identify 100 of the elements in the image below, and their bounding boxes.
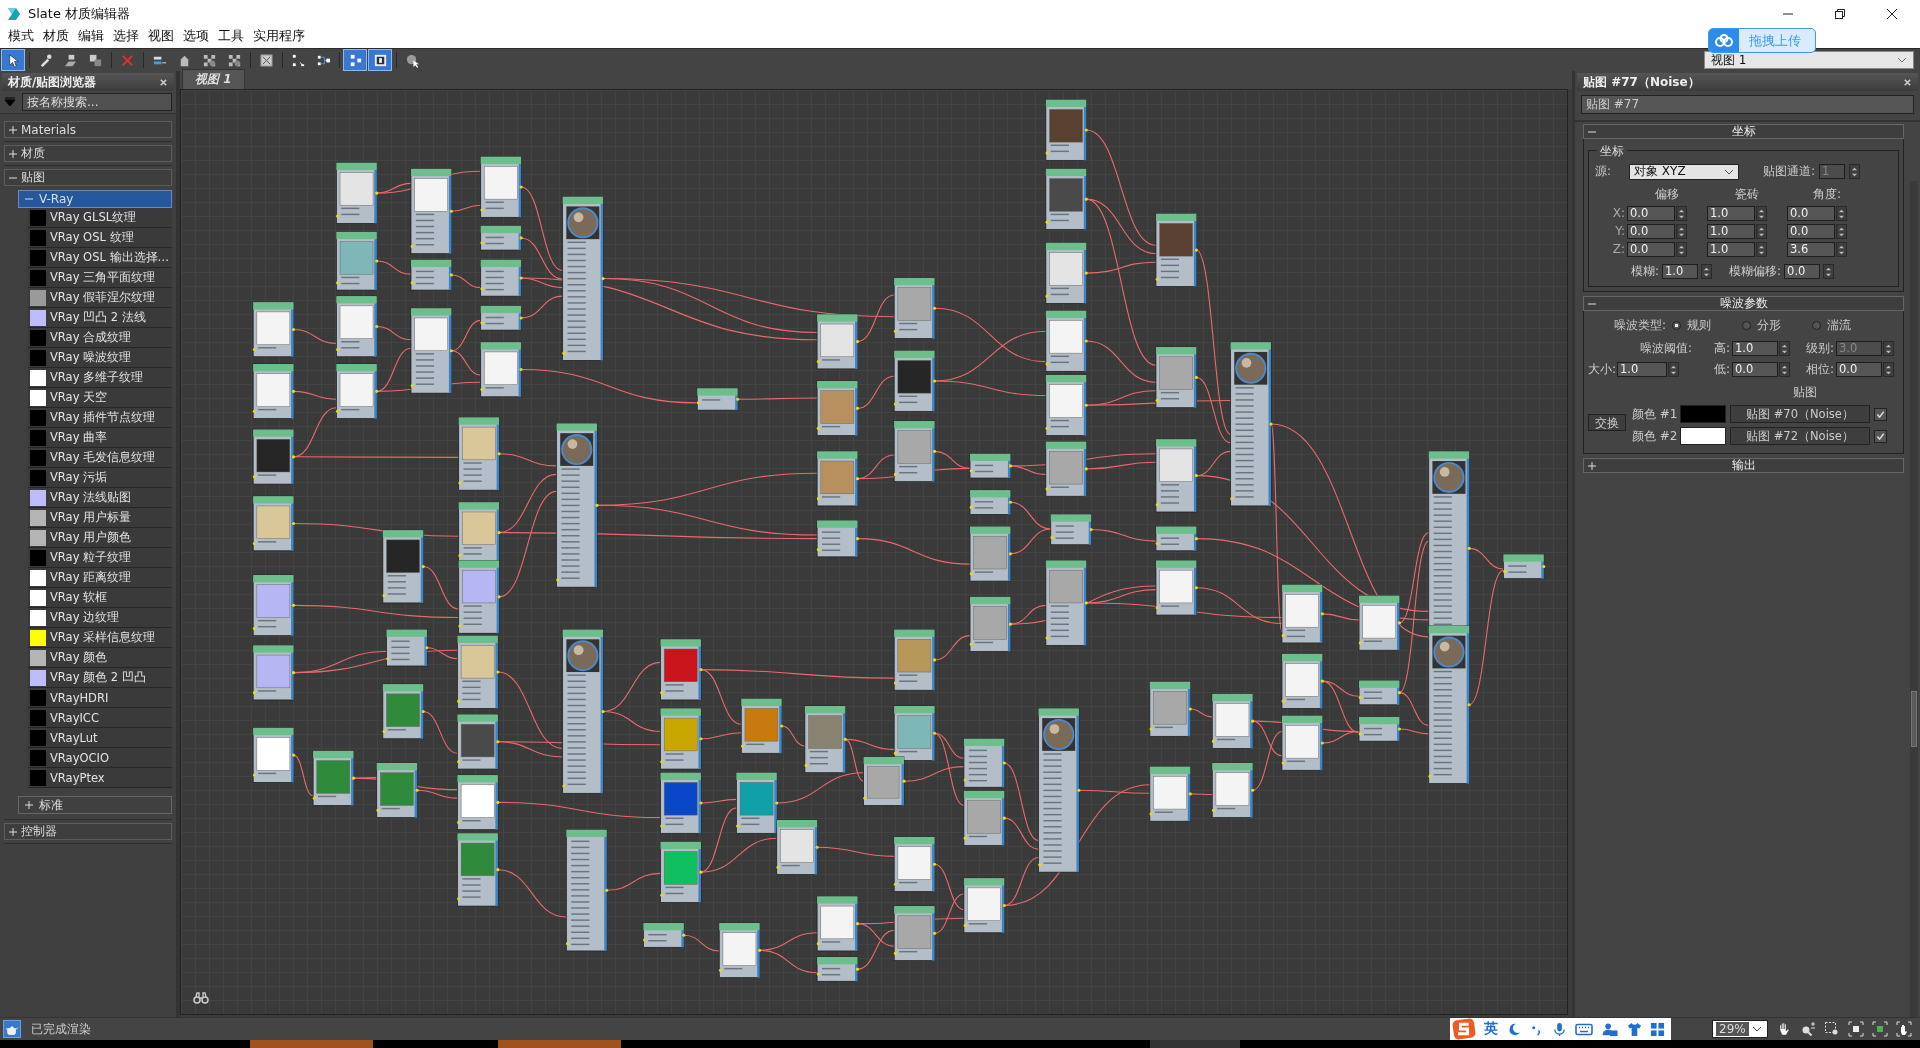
map-type-item[interactable]: VRay 颜色 2 凹凸	[28, 668, 172, 688]
search-field[interactable]: 按名称搜索...	[22, 93, 172, 111]
number-field[interactable]: 0.0	[1784, 264, 1821, 279]
view-dropdown[interactable]: 视图 1	[1704, 51, 1914, 69]
spinner-button[interactable]	[1883, 362, 1894, 377]
color-swatch[interactable]	[1680, 405, 1726, 423]
spinner-button[interactable]	[1836, 242, 1847, 257]
number-field[interactable]: 0.0	[1627, 224, 1675, 239]
category-header[interactable]: 标准	[18, 796, 172, 814]
zoom-dropdown[interactable]: 29%	[1712, 1020, 1768, 1038]
spinner-button[interactable]	[1779, 341, 1790, 356]
group-header[interactable]: 材质	[4, 145, 172, 162]
microphone-icon[interactable]	[1552, 1021, 1567, 1037]
map-type-item[interactable]: VRayOCIO	[28, 748, 172, 768]
number-field[interactable]: 0.0	[1787, 206, 1835, 221]
category-header[interactable]: V-Ray	[18, 190, 172, 208]
map-type-item[interactable]: VRay 凹凸 2 法线	[28, 308, 172, 328]
node-layout-button[interactable]	[344, 50, 366, 70]
spinner-button[interactable]	[1756, 224, 1767, 239]
menu-item[interactable]: 工具	[214, 27, 249, 45]
swap-button[interactable]: 交换	[1588, 414, 1626, 431]
number-field[interactable]: 0.0	[1627, 206, 1675, 221]
number-field[interactable]: 0.0	[1787, 224, 1835, 239]
rollout-header[interactable]: 噪波参数	[1583, 296, 1904, 311]
map-type-item[interactable]: VRayICC	[28, 708, 172, 728]
user-icon[interactable]	[1601, 1021, 1619, 1037]
map-type-item[interactable]: VRayPtex	[28, 768, 172, 788]
map-type-item[interactable]: VRay GLSL纹理	[28, 208, 172, 228]
spinner-button[interactable]	[1823, 264, 1835, 279]
map-type-item[interactable]: VRay 合成纹理	[28, 328, 172, 348]
map-type-item[interactable]: VRay 软框	[28, 588, 172, 608]
map-type-item[interactable]: VRay 插件节点纹理	[28, 408, 172, 428]
menu-item[interactable]: 实用程序	[249, 27, 310, 45]
menu-item[interactable]: 材质	[39, 27, 74, 45]
map-type-item[interactable]: VRay 用户颜色	[28, 528, 172, 548]
zoom-region-icon[interactable]	[1824, 1021, 1840, 1037]
map-type-item[interactable]: VRay 三角平面纹理	[28, 268, 172, 288]
map-type-item[interactable]: VRay 毛发信息纹理	[28, 448, 172, 468]
number-field[interactable]: 1.0	[1707, 206, 1755, 221]
map-type-item[interactable]: VRay 采样信息纹理	[28, 628, 172, 648]
map-type-item[interactable]: VRay 曲率	[28, 428, 172, 448]
radio-option[interactable]: 分形	[1742, 317, 1803, 334]
view-tab[interactable]: 视图 1	[182, 69, 245, 89]
checkbox[interactable]	[1874, 407, 1887, 421]
close-icon[interactable]	[1886, 8, 1898, 20]
menu-item[interactable]: 模式	[4, 27, 39, 45]
source-dropdown[interactable]: 对象 XYZ	[1629, 163, 1740, 180]
map-type-item[interactable]: VRay 边纹理	[28, 608, 172, 628]
radio-option[interactable]: 规则	[1672, 317, 1733, 334]
radio-button[interactable]	[1672, 321, 1682, 330]
map-type-item[interactable]: VRay 颜色	[28, 648, 172, 668]
menu-item[interactable]: 选项	[179, 27, 214, 45]
select-tool-button[interactable]	[2, 50, 24, 70]
radio-button[interactable]	[1812, 321, 1822, 330]
map-type-item[interactable]: VRay 多维子纹理	[28, 368, 172, 388]
map-type-item[interactable]: VRay 假菲涅尔纹理	[28, 288, 172, 308]
number-field[interactable]: 0.0	[1836, 362, 1882, 377]
color-swatch[interactable]	[1680, 427, 1726, 445]
map-type-item[interactable]: VRayLut	[28, 728, 172, 748]
render-button[interactable]	[3, 1020, 21, 1038]
menu-item[interactable]: 选择	[109, 27, 144, 45]
keyboard-icon[interactable]	[1575, 1021, 1593, 1037]
pan-view-icon[interactable]	[1896, 1021, 1912, 1037]
number-field[interactable]: 3.6	[1787, 242, 1835, 257]
map-type-item[interactable]: VRay 噪波纹理	[28, 348, 172, 368]
map-type-item[interactable]: VRay 距离纹理	[28, 568, 172, 588]
s-logo-icon[interactable]	[1452, 1018, 1476, 1040]
number-field[interactable]: 0.0	[1732, 362, 1778, 377]
map-type-item[interactable]: VRay 污垢	[28, 468, 172, 488]
scrollbar-thumb[interactable]	[1911, 691, 1917, 747]
spinner-button[interactable]	[1756, 242, 1767, 257]
map-slot-button[interactable]: 贴图 #72（Noise）	[1730, 427, 1870, 445]
parameter-panel-button[interactable]	[369, 50, 391, 70]
menu-item[interactable]: 编辑	[74, 27, 109, 45]
rollout-header[interactable]: 输出	[1583, 458, 1904, 473]
radio-button[interactable]	[1742, 321, 1752, 330]
spinner-button[interactable]	[1676, 206, 1687, 221]
shirt-icon[interactable]	[1627, 1021, 1642, 1037]
checkbox[interactable]	[1874, 429, 1887, 443]
spinner-button[interactable]	[1836, 224, 1847, 239]
restore-icon[interactable]	[1834, 8, 1846, 20]
zoom-extents-icon[interactable]	[1848, 1021, 1864, 1037]
map-type-item[interactable]: VRayHDRI	[28, 688, 172, 708]
spinner-button[interactable]	[1836, 206, 1847, 221]
map-name-field[interactable]: 贴图 #77	[1581, 95, 1914, 114]
map-type-item[interactable]: VRay 天空	[28, 388, 172, 408]
group-header[interactable]: Materials	[4, 121, 172, 138]
radio-option[interactable]: 湍流	[1812, 317, 1873, 334]
zoom-icon[interactable]	[1800, 1021, 1816, 1037]
grid-icon[interactable]	[1650, 1021, 1665, 1037]
spinner-button[interactable]	[1668, 362, 1680, 377]
map-type-item[interactable]: VRay 粒子纹理	[28, 548, 172, 568]
input-mode-label[interactable]: 英	[1484, 1020, 1498, 1038]
menu-item[interactable]: 视图	[144, 27, 179, 45]
spinner-button[interactable]	[1701, 264, 1713, 279]
map-type-item[interactable]: VRay OSL 纹理	[28, 228, 172, 248]
binoculars-icon[interactable]	[193, 992, 209, 1004]
map-type-item[interactable]: VRay OSL 输出选择…	[28, 248, 172, 268]
number-field[interactable]: 1.0	[1617, 362, 1668, 377]
number-field[interactable]: 1.0	[1732, 341, 1778, 356]
